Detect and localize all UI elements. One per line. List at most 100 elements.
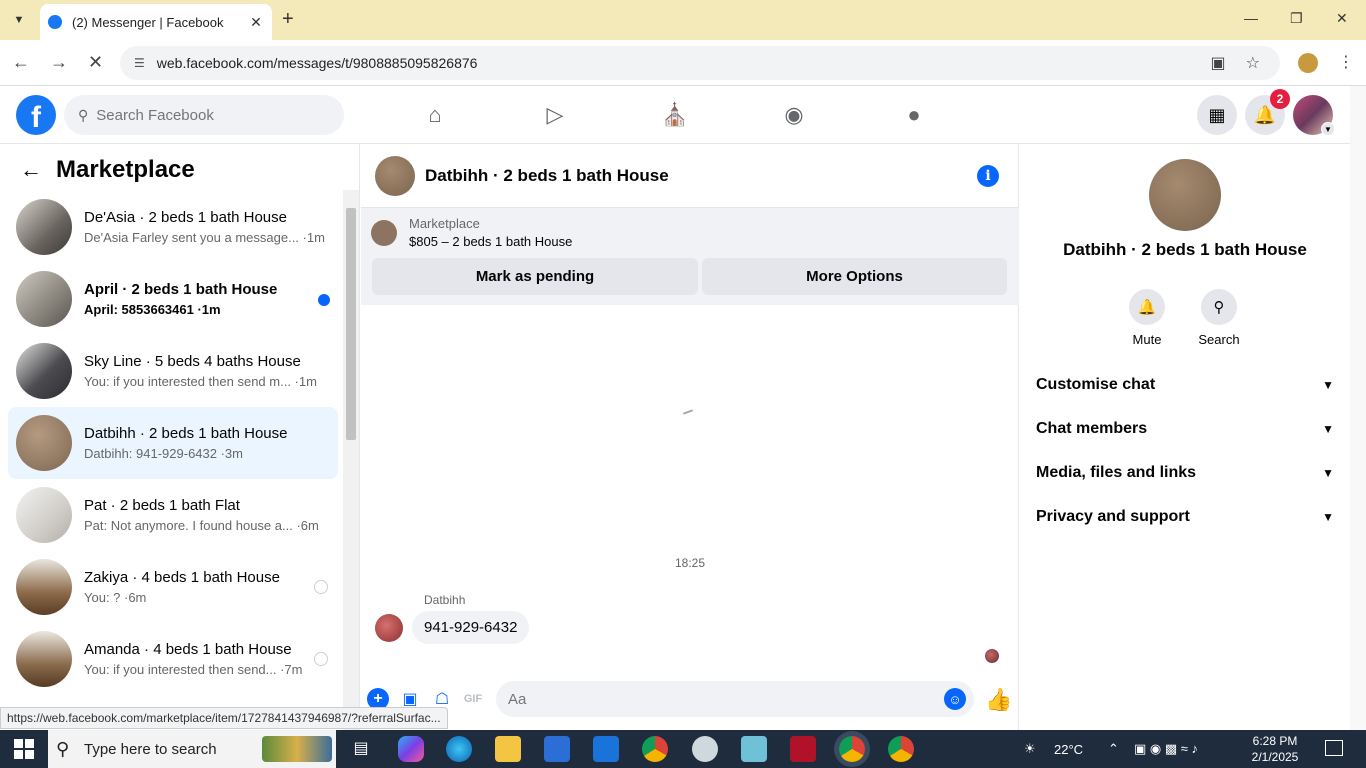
emoji-icon[interactable]: ☺ bbox=[944, 688, 966, 710]
taskbar-clock[interactable]: 6:28 PM 2/1/2025 bbox=[1244, 733, 1306, 765]
mute-action[interactable]: 🔔 Mute bbox=[1117, 289, 1177, 347]
conversation-item[interactable]: De'Asia · 2 beds 1 bath House De'Asia Fa… bbox=[8, 191, 338, 263]
media-files-links-section[interactable]: Media, files and links ▼ bbox=[1036, 451, 1334, 495]
close-window-icon[interactable]: ✕ bbox=[1336, 10, 1348, 27]
tab-search-icon[interactable]: ▼ bbox=[8, 9, 30, 31]
conversation-item-active[interactable]: Datbihh · 2 beds 1 bath House Datbihh: 9… bbox=[8, 407, 338, 479]
sender-avatar[interactable] bbox=[375, 613, 403, 642]
recorder-icon[interactable] bbox=[790, 736, 816, 762]
mark-as-pending-button[interactable]: Mark as pending bbox=[372, 258, 698, 295]
conversation-item[interactable]: Pat · 2 beds 1 bath Flat Pat: Not anymor… bbox=[8, 479, 338, 551]
file-explorer-icon[interactable] bbox=[495, 736, 521, 762]
listing-thumbnail[interactable] bbox=[371, 219, 397, 246]
chrome-profile-avatar[interactable] bbox=[1298, 53, 1318, 73]
chevron-down-icon: ▼ bbox=[1322, 422, 1334, 436]
conversation-item[interactable]: Zakiya · 4 beds 1 bath House You: ? ·6m bbox=[8, 551, 338, 623]
chevron-down-icon: ▼ bbox=[1322, 466, 1334, 480]
facebook-search[interactable]: ⚲ bbox=[64, 95, 344, 135]
bookmark-star-icon[interactable]: ☆ bbox=[1246, 53, 1260, 73]
thumbs-up-icon[interactable]: 👍 bbox=[985, 687, 1012, 713]
listing-price[interactable]: $805 – 2 beds 1 bath House bbox=[409, 234, 572, 249]
weather-temp[interactable]: 22°C bbox=[1054, 730, 1083, 768]
store-icon[interactable] bbox=[544, 736, 570, 762]
browser-tab[interactable]: (2) Messenger | Facebook ✕ bbox=[40, 4, 272, 40]
contact-name: Datbihh · 2 beds 1 bath House bbox=[1063, 240, 1307, 259]
gif-icon[interactable]: GIF bbox=[462, 688, 484, 710]
groups-icon[interactable]: ◉ bbox=[779, 100, 809, 130]
chrome-profile-icon[interactable] bbox=[888, 736, 914, 762]
browser-tab-strip: ▼ (2) Messenger | Facebook ✕ + — ❐ ✕ bbox=[0, 0, 1366, 40]
video-icon[interactable]: ▷ bbox=[540, 100, 570, 130]
chrome-menu-icon[interactable]: ⋮ bbox=[1338, 52, 1354, 72]
app-icon[interactable] bbox=[692, 736, 718, 762]
unread-indicator bbox=[318, 294, 330, 306]
read-indicator bbox=[314, 652, 328, 666]
seen-avatar bbox=[985, 649, 999, 663]
chrome-icon[interactable] bbox=[642, 736, 668, 762]
close-tab-icon[interactable]: ✕ bbox=[248, 14, 264, 31]
listing-thumbnail bbox=[16, 631, 72, 687]
forward-icon[interactable]: → bbox=[50, 52, 68, 73]
facebook-logo-icon[interactable]: f bbox=[16, 95, 56, 135]
message-input-wrap[interactable]: ☺ bbox=[496, 681, 974, 717]
stop-loading-icon[interactable]: ✕ bbox=[88, 52, 103, 73]
search-action[interactable]: ⚲ Search bbox=[1189, 289, 1249, 347]
windows-start-icon[interactable] bbox=[14, 739, 34, 759]
chat-details-panel: Datbihh · 2 beds 1 bath House 🔔 Mute ⚲ S… bbox=[1020, 144, 1350, 730]
back-icon[interactable]: ← bbox=[12, 52, 30, 73]
account-caret-icon[interactable]: ▼ bbox=[1321, 122, 1335, 136]
page-scrollbar[interactable] bbox=[1350, 86, 1366, 730]
listing-thumbnail bbox=[16, 343, 72, 399]
scrollbar-thumb[interactable] bbox=[346, 208, 356, 440]
conversation-item[interactable]: Amanda · 4 beds 1 bath House You: if you… bbox=[8, 623, 338, 695]
customise-chat-section[interactable]: Customise chat ▼ bbox=[1036, 363, 1334, 407]
tray-icons[interactable]: ▣ ◉ ▩ ≈ ♪ bbox=[1134, 730, 1198, 768]
back-arrow-icon[interactable]: ← bbox=[20, 157, 44, 183]
new-tab-icon[interactable]: + bbox=[282, 8, 294, 31]
more-options-button[interactable]: More Options bbox=[702, 258, 1007, 295]
message-input[interactable] bbox=[508, 690, 908, 708]
listing-thumbnail bbox=[16, 559, 72, 615]
search-icon[interactable]: ⚲ bbox=[1201, 289, 1237, 325]
edge-icon[interactable] bbox=[446, 736, 472, 762]
chrome-active-icon[interactable] bbox=[839, 736, 865, 762]
taskbar-widget-icon[interactable] bbox=[262, 736, 332, 762]
menu-grid-icon[interactable]: ▦ bbox=[1197, 95, 1237, 135]
conversation-scrollbar[interactable] bbox=[343, 190, 359, 730]
weather-icon[interactable]: ☀ bbox=[1024, 730, 1036, 768]
mute-label: Mute bbox=[1132, 332, 1162, 347]
home-icon[interactable]: ⌂ bbox=[420, 100, 450, 130]
copilot-icon[interactable] bbox=[398, 736, 424, 762]
restore-icon[interactable]: ❐ bbox=[1290, 10, 1303, 27]
conversation-name: De'Asia · 2 beds 1 bath House bbox=[84, 209, 287, 226]
chat-avatar[interactable] bbox=[375, 155, 415, 196]
notes-icon[interactable] bbox=[741, 736, 767, 762]
status-bar-url: https://web.facebook.com/marketplace/ite… bbox=[0, 707, 448, 729]
tray-overflow-icon[interactable]: ⌃ bbox=[1108, 730, 1119, 768]
marketplace-icon[interactable]: ⛪ bbox=[660, 100, 690, 130]
listing-thumbnail bbox=[16, 487, 72, 543]
address-bar[interactable]: ☰ web.facebook.com/messages/t/9808885095… bbox=[120, 46, 1280, 80]
bell-icon[interactable]: 🔔 bbox=[1129, 289, 1165, 325]
mail-icon[interactable] bbox=[593, 736, 619, 762]
conversation-snippet: Datbihh: 941-929-6432 ·3m bbox=[84, 446, 243, 461]
install-app-icon[interactable]: ▣ bbox=[1211, 53, 1226, 73]
gaming-icon[interactable]: ● bbox=[899, 100, 929, 130]
facebook-search-input[interactable] bbox=[96, 106, 317, 124]
chat-title[interactable]: Datbihh · 2 beds 1 bath House bbox=[425, 166, 977, 186]
chat-members-section[interactable]: Chat members ▼ bbox=[1036, 407, 1334, 451]
info-icon[interactable]: i bbox=[977, 164, 999, 187]
listing-thumbnail bbox=[16, 415, 72, 471]
conversation-name: Sky Line · 5 beds 4 baths House bbox=[84, 353, 301, 370]
minimize-icon[interactable]: — bbox=[1244, 10, 1258, 26]
privacy-support-section[interactable]: Privacy and support ▼ bbox=[1036, 495, 1334, 539]
task-view-icon[interactable]: ▤ bbox=[348, 736, 374, 762]
contact-avatar[interactable] bbox=[1149, 159, 1221, 231]
chat-panel: Datbihh · 2 beds 1 bath House i Marketpl… bbox=[361, 144, 1019, 730]
conversation-item[interactable]: Sky Line · 5 beds 4 baths House You: if … bbox=[8, 335, 338, 407]
notification-center-icon[interactable] bbox=[1325, 740, 1343, 756]
site-info-icon[interactable]: ☰ bbox=[134, 56, 145, 70]
message-bubble[interactable]: 941-929-6432 bbox=[412, 611, 530, 644]
conversation-item[interactable]: April · 2 beds 1 bath House April: 58536… bbox=[8, 263, 338, 335]
address-url[interactable]: web.facebook.com/messages/t/980888509582… bbox=[157, 55, 1211, 71]
